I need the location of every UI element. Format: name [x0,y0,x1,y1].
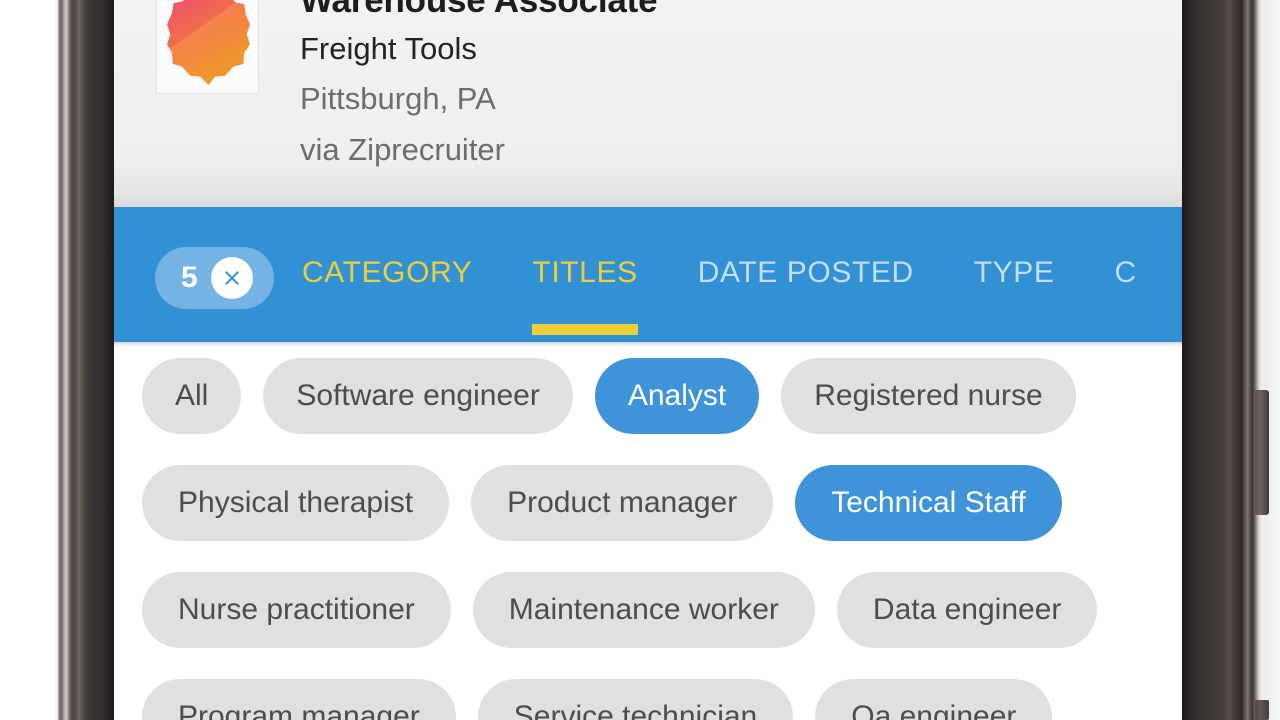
company-logo-sheen [167,0,250,85]
chip-nurse-practitioner[interactable]: Nurse practitioner [142,571,451,648]
chip-data-engineer[interactable]: Data engineer [836,571,1098,648]
tab-titles[interactable]: TITLES [532,207,638,342]
page-backdrop [1262,0,1280,720]
chip-service-technician[interactable]: Service technician [477,678,794,720]
chip-row: Program manager Service technician Qa en… [114,663,1182,720]
chip-all[interactable]: All [142,357,242,434]
filter-tab-bar: 5 CATEGORY TITLES DATE POSTED TYPE C [114,207,1182,342]
chip-program-manager[interactable]: Program manager [142,678,456,720]
company-logo [156,0,259,94]
tab-company-label: C [1114,255,1137,289]
chip-row: Nurse practitioner Maintenance worker Da… [114,556,1182,663]
job-result-card[interactable]: Warehouse Associate Freight Tools Pittsb… [114,0,1182,207]
job-location: Pittsburgh, PA [300,81,496,116]
phone-screen: Warehouse Associate Freight Tools Pittsb… [114,0,1182,720]
filter-tabs: CATEGORY TITLES DATE POSTED TYPE C [302,207,1182,342]
job-details: Warehouse Associate Freight Tools Pittsb… [300,0,1160,175]
tab-type-label: TYPE [973,255,1055,289]
close-icon[interactable] [210,257,253,299]
tab-type[interactable]: TYPE [974,207,1055,342]
job-title: Warehouse Associate [300,0,658,20]
phone-bezel-left-inner [105,0,114,720]
chip-product-manager[interactable]: Product manager [471,464,774,541]
power-button[interactable] [1255,390,1269,515]
screenshot-stage: Warehouse Associate Freight Tools Pittsb… [0,0,1280,720]
chip-analyst[interactable]: Analyst [594,357,760,434]
tab-titles-label: TITLES [532,255,638,289]
volume-button[interactable] [1255,700,1269,720]
titles-filter-panel: All Software engineer Analyst Registered… [114,342,1182,720]
tab-indicator [532,324,638,335]
job-source: via Ziprecruiter [300,132,505,167]
chip-row: Physical therapist Product manager Techn… [114,449,1182,556]
active-filters-badge[interactable]: 5 [155,247,274,309]
tab-company-truncated[interactable]: C [1115,207,1137,342]
tab-date-posted-label: DATE POSTED [697,255,914,289]
chip-registered-nurse[interactable]: Registered nurse [781,357,1076,434]
tab-category-label: CATEGORY [302,255,473,289]
job-company: Freight Tools [300,31,477,66]
chip-qa-engineer[interactable]: Qa engineer [815,678,1053,720]
active-filters-count: 5 [181,261,198,294]
tab-category[interactable]: CATEGORY [302,207,472,342]
chip-technical-staff[interactable]: Technical Staff [795,464,1062,541]
chip-maintenance-worker[interactable]: Maintenance worker [472,571,815,648]
chip-row: All Software engineer Analyst Registered… [114,342,1182,449]
tab-date-posted[interactable]: DATE POSTED [698,207,914,342]
chip-physical-therapist[interactable]: Physical therapist [142,464,450,541]
chip-software-engineer[interactable]: Software engineer [263,357,573,434]
phone-bezel-right [1182,0,1264,720]
